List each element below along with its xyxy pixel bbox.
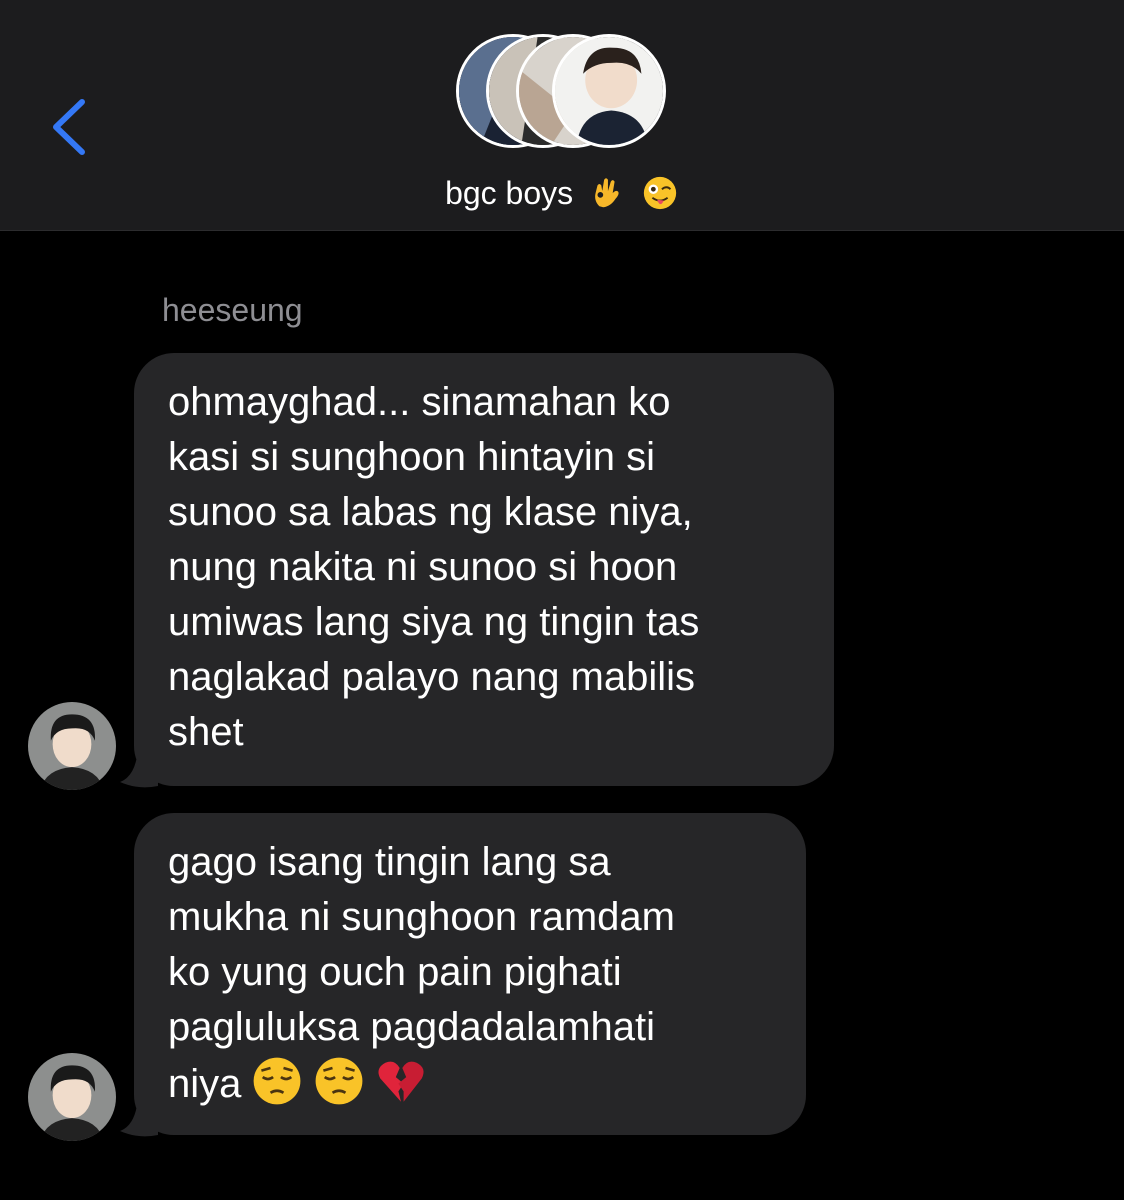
message-bubble[interactable]: ohmayghad... sinamahan ko kasi si sungho…	[134, 353, 834, 786]
back-button[interactable]	[40, 92, 100, 162]
message-text: ohmayghad... sinamahan ko kasi si sungho…	[168, 380, 700, 754]
group-member-avatar	[552, 34, 666, 148]
bubble-tail	[120, 1097, 158, 1137]
broken-heart-icon	[378, 1061, 424, 1102]
group-name: bgc boys	[445, 175, 574, 211]
sender-name: heeseung	[162, 292, 303, 328]
ok-hand-icon	[595, 178, 619, 208]
conversation-header: bgc boys	[0, 0, 1124, 231]
sender-avatar[interactable]	[28, 702, 116, 790]
pensive-face-icon	[253, 1057, 301, 1105]
pensive-face-icon	[315, 1057, 363, 1105]
group-avatar-stack[interactable]	[456, 34, 668, 156]
group-title[interactable]: bgc boys	[0, 172, 1124, 214]
winking-face-tongue-icon	[643, 176, 677, 210]
sender-avatar[interactable]	[28, 1053, 116, 1141]
chevron-left-icon	[53, 99, 85, 155]
bubble-tail	[120, 748, 158, 788]
message-bubble[interactable]: gago isang tingin lang sa mukha ni sungh…	[134, 813, 806, 1135]
